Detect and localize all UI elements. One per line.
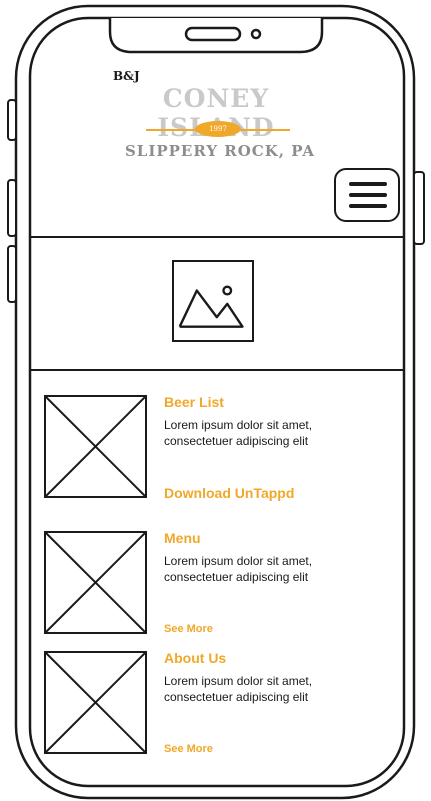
logo-established-badge: 1997: [195, 121, 241, 137]
menu-icon: [349, 182, 387, 186]
section-title-beer-list: Beer List: [164, 394, 224, 410]
section-title-menu: Menu: [164, 530, 201, 546]
image-placeholder-icon: [172, 260, 254, 342]
download-untappd-link[interactable]: Download UnTappd: [164, 485, 294, 501]
see-more-about-link[interactable]: See More: [164, 743, 213, 755]
logo-location: SLIPPERY ROCK, PA: [124, 142, 316, 160]
menu-button[interactable]: [334, 168, 400, 222]
see-more-menu-link[interactable]: See More: [164, 623, 213, 635]
placeholder-x-icon: [44, 395, 147, 498]
section-body-menu: Lorem ipsum dolor sit amet, consectetuer…: [164, 554, 313, 584]
logo-brand-prefix: B&J: [113, 69, 140, 83]
section-body-beer-list: Lorem ipsum dolor sit amet, consectetuer…: [164, 418, 313, 448]
menu-icon-bar: [349, 204, 387, 208]
placeholder-x-icon: [44, 531, 147, 634]
menu-icon-bar: [349, 193, 387, 197]
section-title-about-us: About Us: [164, 650, 227, 666]
placeholder-x-icon: [44, 651, 147, 754]
section-body-about-us: Lorem ipsum dolor sit amet, consectetuer…: [164, 674, 313, 704]
